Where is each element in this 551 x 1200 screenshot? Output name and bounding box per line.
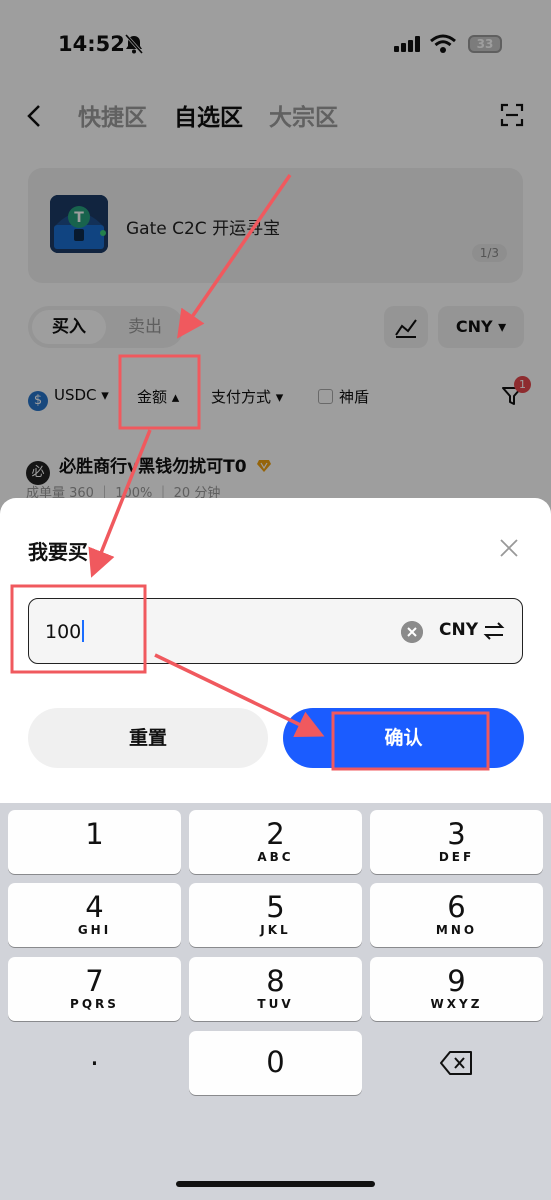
reset-button[interactable]: 重置	[28, 708, 268, 768]
clear-input-icon[interactable]	[401, 621, 423, 643]
key-decimal[interactable]: .	[8, 1031, 181, 1095]
key-1-digit: 1	[85, 817, 104, 851]
key-9-letters: WXYZ	[430, 997, 483, 1011]
key-9[interactable]: 9 WXYZ	[370, 957, 543, 1021]
key-1[interactable]: 1	[8, 810, 181, 874]
numeric-keyboard: 1 2 ABC 3 DEF 4 GHI 5 JKL 6 MNO 7 PQRS 8 TUV 9W…	[0, 803, 551, 1200]
key-decimal-symbol: .	[89, 1038, 100, 1072]
text-caret	[82, 620, 85, 642]
key-4[interactable]: 4 GHI	[8, 883, 181, 947]
key-4-letters: GHI	[77, 923, 112, 937]
key-3-digit: 3	[447, 817, 466, 851]
amount-input[interactable]: 100 CNY	[28, 598, 523, 664]
backspace-icon	[439, 1051, 472, 1075]
key-9-digit: 9	[447, 964, 466, 998]
key-2-letters: ABC	[257, 850, 294, 864]
key-3-letters: DEF	[438, 850, 475, 864]
key-0[interactable]: 0	[189, 1031, 362, 1095]
key-8-digit: 8	[266, 964, 285, 998]
key-6-letters: MNO	[435, 923, 478, 937]
home-indicator	[176, 1181, 375, 1187]
key-2[interactable]: 2 ABC	[189, 810, 362, 874]
key-5-digit: 5	[266, 890, 285, 924]
sheet-title: 我要买	[28, 540, 88, 564]
buy-amount-sheet: 我要买 100 CNY 重置 确认	[0, 498, 551, 803]
close-icon[interactable]	[499, 538, 519, 558]
key-5[interactable]: 5 JKL	[189, 883, 362, 947]
amount-value-text: 100	[45, 621, 82, 643]
key-6[interactable]: 6 MNO	[370, 883, 543, 947]
key-7-letters: PQRS	[70, 997, 119, 1011]
input-currency-label: CNY	[439, 620, 479, 640]
key-backspace[interactable]	[370, 1031, 543, 1095]
amount-input-value[interactable]: 100	[45, 620, 85, 643]
key-8-letters: TUV	[257, 997, 294, 1011]
key-7-digit: 7	[85, 964, 104, 998]
key-0-digit: 0	[266, 1045, 285, 1079]
key-3[interactable]: 3 DEF	[370, 810, 543, 874]
key-7[interactable]: 7 PQRS	[8, 957, 181, 1021]
key-6-digit: 6	[447, 890, 466, 924]
key-8[interactable]: 8 TUV	[189, 957, 362, 1021]
key-2-digit: 2	[266, 817, 285, 851]
key-4-digit: 4	[85, 890, 104, 924]
modal-dim-overlay[interactable]	[0, 0, 551, 520]
swap-currency-icon[interactable]	[483, 620, 505, 642]
key-5-letters: JKL	[260, 923, 291, 937]
confirm-button[interactable]: 确认	[283, 708, 524, 768]
